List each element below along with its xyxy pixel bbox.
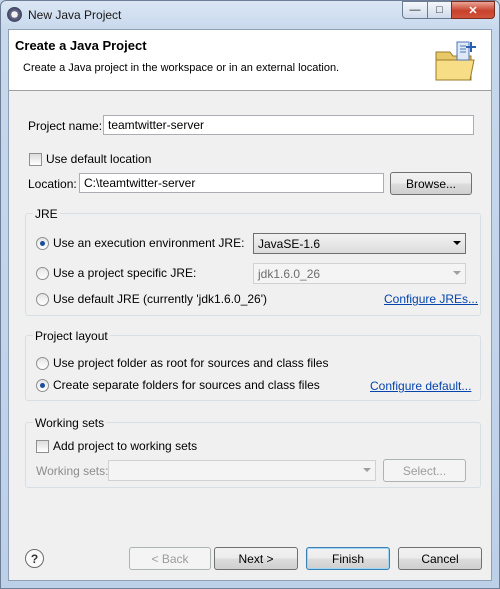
title-bar[interactable]: New Java Project — □ ✕ bbox=[1, 1, 499, 29]
working-sets-label: Working sets: bbox=[36, 464, 109, 478]
cancel-button[interactable]: Cancel bbox=[398, 547, 482, 570]
jre-default-label: Use default JRE (currently 'jdk1.6.0_26'… bbox=[53, 292, 268, 306]
maximize-button[interactable]: □ bbox=[427, 1, 452, 19]
location-input[interactable]: C:\teamtwitter-server bbox=[79, 173, 384, 193]
chevron-down-icon bbox=[453, 271, 461, 275]
help-icon[interactable]: ? bbox=[25, 549, 44, 568]
project-specific-jre-value: jdk1.6.0_26 bbox=[258, 267, 321, 281]
configure-default-link[interactable]: Configure default... bbox=[370, 379, 471, 393]
eclipse-app-icon bbox=[7, 7, 22, 22]
new-project-folder-icon bbox=[435, 41, 476, 81]
project-name-label: Project name: bbox=[28, 119, 103, 133]
use-default-location-checkbox[interactable] bbox=[29, 153, 42, 166]
window-title: New Java Project bbox=[28, 8, 122, 22]
next-button[interactable]: Next > bbox=[214, 547, 298, 570]
finish-button[interactable]: Finish bbox=[306, 547, 390, 570]
select-working-sets-button[interactable]: Select... bbox=[383, 459, 466, 482]
layout-project-root-radio[interactable] bbox=[36, 357, 49, 370]
execution-environment-select[interactable]: JavaSE-1.6 bbox=[253, 233, 466, 254]
layout-separate-folders-radio[interactable] bbox=[36, 379, 49, 392]
location-label: Location: bbox=[28, 177, 77, 191]
banner-description: Create a Java project in the workspace o… bbox=[23, 62, 340, 74]
add-to-working-sets-checkbox[interactable] bbox=[36, 440, 49, 453]
dialog-window: New Java Project — □ ✕ Create a Java Pro… bbox=[0, 0, 500, 589]
working-sets-group-title: Working sets bbox=[33, 416, 107, 430]
jre-group-title: JRE bbox=[33, 207, 60, 221]
working-sets-select[interactable] bbox=[108, 460, 376, 481]
project-name-input[interactable]: teamtwitter-server bbox=[103, 115, 474, 135]
close-button[interactable]: ✕ bbox=[451, 1, 495, 19]
back-button[interactable]: < Back bbox=[129, 547, 211, 570]
layout-separate-folders-label: Create separate folders for sources and … bbox=[53, 378, 320, 392]
project-specific-jre-select[interactable]: jdk1.6.0_26 bbox=[253, 263, 466, 284]
chevron-down-icon bbox=[363, 468, 371, 472]
use-default-location-label: Use default location bbox=[46, 152, 152, 166]
jre-project-specific-radio[interactable] bbox=[36, 267, 49, 280]
minimize-button[interactable]: — bbox=[402, 1, 428, 19]
layout-project-root-label: Use project folder as root for sources a… bbox=[53, 356, 329, 370]
browse-button[interactable]: Browse... bbox=[390, 172, 472, 195]
project-layout-group-title: Project layout bbox=[33, 329, 110, 343]
chevron-down-icon bbox=[453, 241, 461, 245]
jre-execution-environment-label: Use an execution environment JRE: bbox=[53, 236, 245, 250]
jre-default-radio[interactable] bbox=[36, 293, 49, 306]
execution-environment-value: JavaSE-1.6 bbox=[258, 237, 321, 251]
jre-project-specific-label: Use a project specific JRE: bbox=[53, 266, 197, 280]
dialog-client-area: Create a Java Project Create a Java proj… bbox=[8, 29, 492, 581]
add-to-working-sets-label: Add project to working sets bbox=[53, 439, 198, 453]
wizard-banner: Create a Java Project Create a Java proj… bbox=[9, 30, 491, 91]
banner-title: Create a Java Project bbox=[15, 38, 147, 53]
jre-execution-environment-radio[interactable] bbox=[36, 237, 49, 250]
configure-jres-link[interactable]: Configure JREs... bbox=[384, 292, 478, 306]
